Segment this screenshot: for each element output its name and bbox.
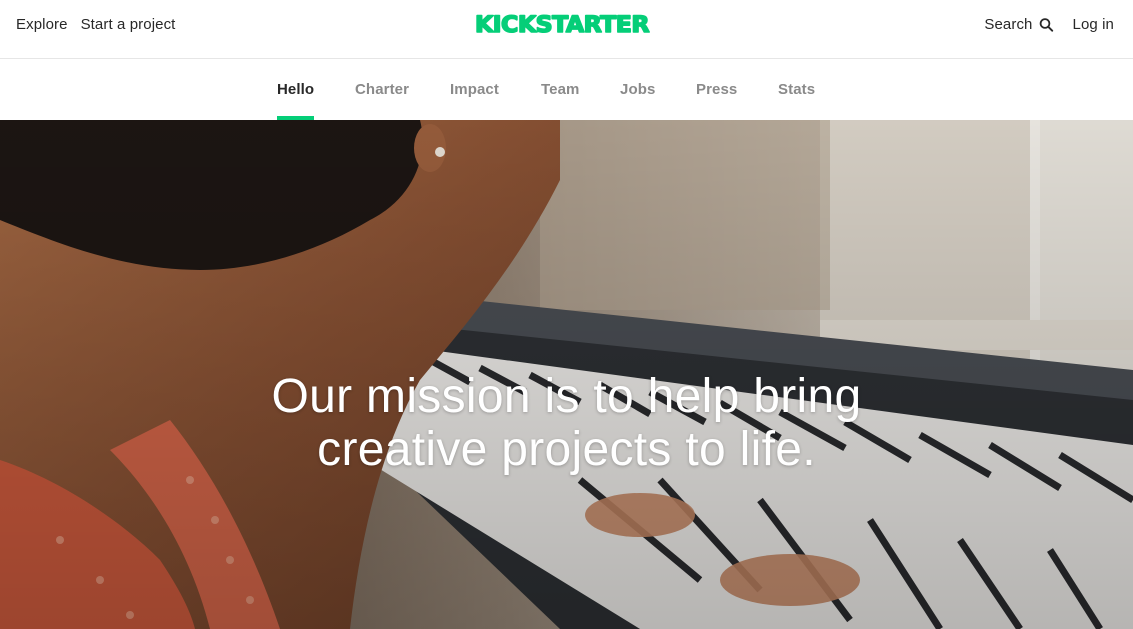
tab-press[interactable]: Press: [696, 59, 737, 120]
logo-wordmark: KICKSTARTER: [475, 13, 650, 37]
kickstarter-logo[interactable]: KICKSTARTER: [473, 11, 651, 39]
about-subnav: Hello Charter Impact Team Jobs Press Sta…: [0, 59, 1133, 120]
tab-charter[interactable]: Charter: [355, 59, 409, 120]
tab-impact[interactable]: Impact: [450, 59, 499, 120]
search-icon: [1039, 17, 1054, 32]
tab-hello[interactable]: Hello: [277, 59, 315, 120]
kickstarter-logo-mark: KICKSTARTER: [474, 12, 651, 39]
mission-statement: Our mission is to help bring creative pr…: [0, 370, 1133, 476]
mission-line-2: creative projects to life.: [317, 423, 816, 476]
hero-banner: Our mission is to help bring creative pr…: [0, 120, 1133, 629]
search-label: Search: [984, 15, 1033, 33]
tab-stats[interactable]: Stats: [778, 59, 815, 120]
explore-link[interactable]: Explore: [16, 16, 68, 33]
tab-team[interactable]: Team: [541, 59, 579, 120]
primary-nav-left: Explore Start a project: [16, 0, 175, 48]
tab-jobs[interactable]: Jobs: [620, 59, 655, 120]
login-link[interactable]: Log in: [1073, 16, 1114, 33]
site-header: Explore Start a project KICKSTARTER Sear…: [0, 0, 1133, 59]
start-project-link[interactable]: Start a project: [81, 16, 176, 33]
search-button[interactable]: Search: [984, 16, 1053, 33]
primary-nav-right: Search Log in: [984, 0, 1114, 48]
mission-line-1: Our mission is to help bring: [271, 370, 862, 423]
